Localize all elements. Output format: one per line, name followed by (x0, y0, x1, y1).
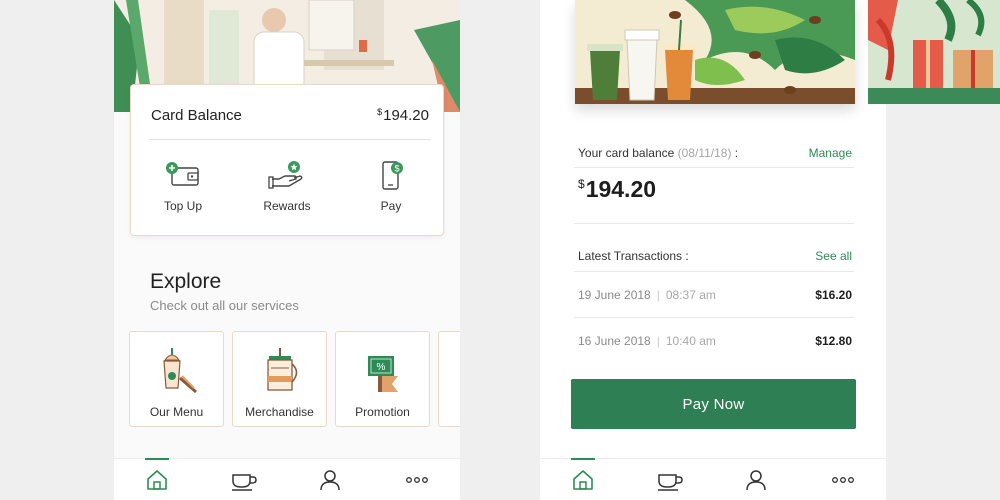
pay-now-button[interactable]: Pay Now (571, 379, 856, 429)
svg-text:$: $ (394, 164, 399, 174)
french-press-icon (266, 348, 297, 391)
nav-profile[interactable] (736, 459, 776, 500)
card-balance-title: Card Balance (151, 106, 242, 124)
hand-star-icon (268, 161, 303, 189)
latest-transactions-label: Latest Transactions (578, 249, 683, 263)
nav-profile[interactable] (310, 459, 350, 500)
pay-button[interactable]: $ Pay (346, 159, 436, 219)
manage-link[interactable]: Manage (809, 146, 852, 160)
service-label-merchandise: Merchandise (245, 405, 314, 419)
bottom-nav (114, 457, 460, 500)
nav-more[interactable] (823, 459, 863, 500)
see-all-link[interactable]: See all (815, 249, 852, 263)
transaction-time: 08:37 am (665, 288, 716, 302)
nav-home[interactable] (563, 457, 603, 500)
divider (574, 317, 854, 318)
top-up-button[interactable]: Top Up (138, 159, 228, 219)
card-balance-label-text: Your card balance (578, 146, 675, 160)
separator: | (656, 288, 660, 302)
home-icon (573, 469, 594, 490)
profile-icon (746, 469, 766, 490)
pay-label: Pay (380, 199, 402, 213)
more-icon (831, 476, 854, 483)
card-artwork[interactable] (575, 0, 855, 104)
transaction-datetime: 16 June 2018 | 10:40 am (578, 334, 716, 348)
currency-symbol: $ (377, 106, 383, 117)
service-tile-merchandise[interactable]: Merchandise (232, 331, 327, 427)
nav-coffee[interactable] (650, 459, 690, 500)
transaction-amount: $16.20 (815, 288, 852, 302)
card-balance-label: Your card balance (08/11/18) : (578, 146, 739, 160)
balance-value: 194.20 (383, 106, 429, 124)
transaction-datetime: 19 June 2018 | 08:37 am (578, 288, 716, 302)
transaction-date: 16 June 2018 (578, 334, 651, 348)
currency-symbol: $ (578, 177, 585, 191)
transaction-row[interactable]: 19 June 2018 | 08:37 am $16.20 (578, 285, 852, 305)
transaction-row[interactable]: 16 June 2018 | 10:40 am $12.80 (578, 331, 852, 351)
more-icon (405, 476, 428, 483)
latest-transactions-header: Latest Transactions : (578, 249, 689, 263)
phone-dollar-icon: $ (382, 161, 403, 190)
promotion-tag-icon: % (367, 356, 398, 392)
nav-home[interactable] (137, 457, 177, 500)
quick-actions: Top Up Rewards $ Pay (131, 159, 443, 219)
divider (574, 271, 854, 272)
wallet-plus-icon (166, 162, 199, 186)
transaction-time: 10:40 am (665, 334, 716, 348)
rewards-button[interactable]: Rewards (242, 159, 332, 219)
rewards-label: Rewards (263, 199, 311, 213)
home-icon (147, 469, 168, 490)
service-label-promotion: Promotion (355, 405, 410, 419)
divider (574, 167, 854, 168)
explore-title: Explore (150, 270, 222, 293)
card-balance-date: (08/11/18) (677, 146, 732, 160)
divider (149, 139, 431, 140)
transaction-amount: $12.80 (815, 334, 852, 348)
nav-coffee[interactable] (224, 459, 264, 500)
transaction-date: 19 June 2018 (578, 288, 651, 302)
coffee-cup-icon (657, 473, 683, 491)
coffee-cup-icon (231, 473, 257, 491)
nav-more[interactable] (397, 459, 437, 500)
explore-subtitle: Check out all our services (150, 298, 299, 313)
card-balance-amount: $194.20 (578, 176, 656, 203)
left-phone-screen: Card Balance $194.20 Top Up Rewards $ Pa… (114, 0, 460, 500)
top-up-label: Top Up (163, 199, 203, 213)
right-phone-screen: Your card balance (08/11/18) : Manage $1… (540, 0, 886, 500)
menu-drink-icon (162, 348, 197, 394)
balance-value: 194.20 (585, 176, 657, 202)
separator: | (656, 334, 660, 348)
service-tile-promotion[interactable]: % Promotion (335, 331, 430, 427)
service-tile-partial[interactable] (438, 331, 460, 427)
services-carousel[interactable]: Our Menu Merchandise % Promotion (129, 331, 460, 427)
secondary-card-artwork[interactable] (868, 0, 1000, 104)
divider (574, 223, 854, 224)
profile-icon (320, 469, 340, 490)
service-tile-our-menu[interactable]: Our Menu (129, 331, 224, 427)
card-balance-panel: Card Balance $194.20 Top Up Rewards $ Pa… (130, 84, 444, 236)
card-balance-amount: $194.20 (377, 107, 429, 124)
bottom-nav (540, 457, 886, 500)
svg-text:%: % (376, 362, 385, 373)
service-label-our-menu: Our Menu (149, 405, 204, 419)
